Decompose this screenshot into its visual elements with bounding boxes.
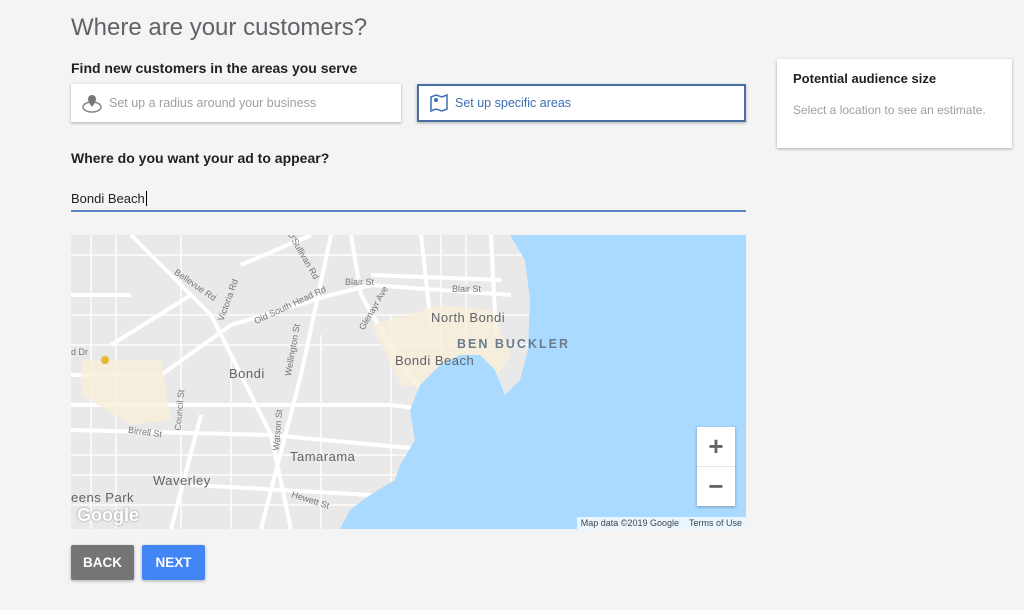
specific-areas-option-label: Set up specific areas [455, 96, 572, 110]
street-label: Blair St [452, 284, 482, 294]
place-label: BEN BUCKLER [457, 337, 570, 351]
place-label: North Bondi [431, 310, 506, 325]
audience-size-card: Potential audience size Select a locatio… [777, 59, 1012, 148]
find-heading: Find new customers in the areas you serv… [71, 60, 358, 76]
street-label: d Dr [71, 347, 89, 357]
place-label: Bondi [229, 366, 265, 381]
street-label: Blair St [345, 277, 375, 287]
zoom-control: + − [697, 427, 735, 506]
location-input[interactable]: Bondi Beach [71, 186, 746, 212]
terms-link[interactable]: Terms of Use [689, 518, 742, 528]
text-caret [145, 190, 147, 206]
place-label: Bondi Beach [395, 353, 475, 368]
place-label: Waverley [153, 473, 211, 488]
radius-option[interactable]: Set up a radius around your business [71, 84, 401, 122]
next-button[interactable]: NEXT [142, 545, 205, 580]
map[interactable]: North Bondi BEN BUCKLER Bondi Beach Bond… [71, 235, 746, 529]
map-icon [430, 93, 448, 113]
place-label: Tamarama [290, 449, 356, 464]
map-attribution: Map data ©2019 Google Terms of Use [576, 517, 746, 529]
zoom-in-button[interactable]: + [697, 427, 735, 467]
where-heading: Where do you want your ad to appear? [71, 150, 330, 166]
zoom-out-button[interactable]: − [697, 467, 735, 506]
radius-pin-icon [82, 95, 102, 113]
audience-title: Potential audience size [793, 71, 937, 86]
audience-description: Select a location to see an estimate. [793, 103, 986, 117]
page-title: Where are your customers? [71, 14, 368, 41]
place-label: eens Park [71, 490, 135, 505]
radius-option-label: Set up a radius around your business [109, 96, 317, 110]
specific-areas-option[interactable]: Set up specific areas [417, 84, 746, 122]
attribution-text: Map data ©2019 Google [580, 518, 679, 528]
location-input-value: Bondi Beach [71, 190, 145, 206]
back-button[interactable]: BACK [71, 545, 134, 580]
google-logo: Google [77, 505, 139, 525]
